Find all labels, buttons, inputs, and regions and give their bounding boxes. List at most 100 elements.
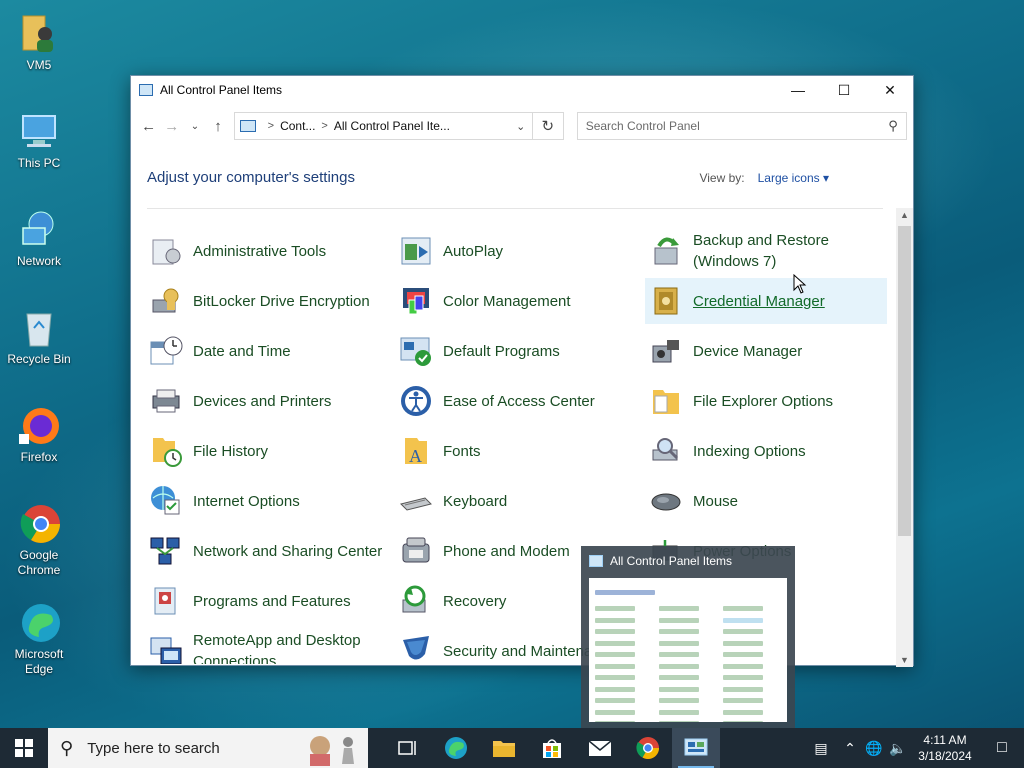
taskbar-edge[interactable]	[432, 728, 480, 768]
control-panel-item[interactable]: Indexing Options	[645, 428, 887, 474]
control-panel-item[interactable]: Mouse	[645, 478, 887, 524]
vertical-scrollbar[interactable]: ▲ ▼	[896, 208, 913, 667]
recent-locations-button[interactable]: ⌄	[183, 114, 206, 138]
page-title: Adjust your computer's settings	[147, 169, 355, 186]
security-maintenance-icon	[399, 634, 433, 664]
phone-modem-icon	[399, 534, 433, 568]
mouse-cursor-icon	[793, 274, 807, 294]
breadcrumb-all-items[interactable]: All Control Panel Ite...	[334, 119, 450, 133]
address-bar[interactable]: > Cont... > All Control Panel Ite... ⌄	[233, 112, 533, 140]
taskbar-store[interactable]	[528, 728, 576, 768]
desktop-icon-firefox[interactable]: Firefox	[4, 404, 74, 465]
chevron-up-icon[interactable]: ⌃	[838, 740, 862, 757]
folder-icon	[493, 741, 515, 757]
refresh-button[interactable]: ↻	[532, 112, 564, 140]
taskbar-file-explorer[interactable]	[480, 728, 528, 768]
bitlocker-icon	[149, 284, 183, 318]
file-explorer-options-icon	[649, 384, 683, 418]
scroll-down-arrow[interactable]: ▼	[896, 655, 913, 665]
control-panel-item[interactable]: Programs and Features	[145, 578, 387, 624]
taskbar-chrome[interactable]	[624, 728, 672, 768]
task-view-button[interactable]	[384, 728, 432, 768]
control-panel-item[interactable]: Color Management	[395, 278, 637, 324]
control-panel-item[interactable]: BitLocker Drive Encryption	[145, 278, 387, 324]
control-panel-window: All Control Panel Items — ☐ ✕ ← → ⌄ ↑ > …	[130, 75, 914, 667]
forward-button[interactable]: →	[160, 114, 183, 138]
preview-item-thumbnail	[659, 698, 699, 703]
svg-text:A: A	[409, 446, 422, 466]
network-sharing-icon	[149, 534, 183, 568]
recovery-icon	[399, 584, 433, 618]
control-panel-item[interactable]: Date and Time	[145, 328, 387, 374]
control-panel-item-label: BitLocker Drive Encryption	[193, 292, 370, 310]
control-panel-item[interactable]: AutoPlay	[395, 228, 637, 274]
control-panel-item[interactable]: Keyboard	[395, 478, 637, 524]
control-panel-item-label: Recovery	[443, 592, 507, 610]
preview-item-thumbnail	[723, 652, 763, 657]
control-panel-icon	[139, 84, 153, 96]
volume-muted-icon[interactable]: 🔈	[886, 740, 910, 757]
back-button[interactable]: ←	[137, 114, 160, 138]
control-panel-item[interactable]: Credential Manager	[645, 278, 887, 324]
desktop-icon-recycle-bin[interactable]: Recycle Bin	[4, 306, 74, 367]
taskbar-mail[interactable]	[576, 728, 624, 768]
taskbar-control-panel[interactable]	[672, 728, 720, 768]
scroll-up-arrow[interactable]: ▲	[896, 210, 913, 220]
desktop-icon-network[interactable]: Network	[4, 208, 74, 269]
control-panel-item[interactable]: Administrative Tools	[145, 228, 387, 274]
backup-restore-icon	[649, 234, 683, 268]
control-panel-item[interactable]: Internet Options	[145, 478, 387, 524]
preview-item-thumbnail	[723, 606, 763, 611]
minimize-button[interactable]: —	[775, 76, 821, 104]
control-panel-item[interactable]: Device Manager	[645, 328, 887, 374]
control-panel-item[interactable]: Ease of Access Center	[395, 378, 637, 424]
scroll-thumb[interactable]	[898, 226, 911, 536]
preview-item-thumbnail	[659, 606, 699, 611]
preview-item-thumbnail	[723, 629, 763, 634]
preview-image	[589, 578, 787, 722]
preview-item-thumbnail	[595, 698, 635, 703]
preview-item-thumbnail	[595, 606, 635, 611]
control-panel-item[interactable]: Network and Sharing Center	[145, 528, 387, 574]
taskbar-thumbnail-preview[interactable]: All Control Panel Items	[581, 546, 795, 728]
control-panel-item-label: Network and Sharing Center	[193, 542, 383, 560]
title-bar[interactable]: All Control Panel Items — ☐ ✕	[131, 76, 913, 104]
chevron-down-icon[interactable]: ⌄	[510, 120, 532, 133]
desktop-icon-this-pc[interactable]: This PC	[4, 110, 74, 171]
control-panel-item[interactable]: Default Programs	[395, 328, 637, 374]
up-button[interactable]: ↑	[206, 114, 229, 138]
network-icon[interactable]: 🌐	[862, 740, 886, 757]
control-panel-item[interactable]: Backup and Restore (Windows 7)	[645, 228, 887, 274]
maximize-button[interactable]: ☐	[821, 76, 867, 104]
search-input[interactable]: Search Control Panel ⚲	[576, 112, 907, 140]
taskbar-search-input[interactable]: ⚲ Type here to search	[48, 728, 368, 768]
preview-heading-bar	[595, 590, 655, 595]
view-by-label: View by:	[699, 170, 745, 185]
preview-item-thumbnail	[659, 675, 699, 680]
control-panel-item[interactable]: File History	[145, 428, 387, 474]
control-panel-icon	[684, 738, 708, 756]
device-manager-icon	[649, 334, 683, 368]
fonts-icon: A	[399, 434, 433, 468]
color-management-icon	[399, 284, 433, 318]
control-panel-item[interactable]: RemoteApp and Desktop Connections	[145, 628, 387, 664]
clock[interactable]: 4:11 AM 3/18/2024	[910, 732, 980, 764]
control-panel-item[interactable]: Devices and Printers	[145, 378, 387, 424]
indexing-options-icon	[649, 434, 683, 468]
control-panel-item[interactable]: A Fonts	[395, 428, 637, 474]
start-button[interactable]	[0, 728, 48, 768]
desktop-icon-microsoft-edge[interactable]: Microsoft Edge	[4, 601, 74, 677]
breadcrumb-control-panel[interactable]: Cont...	[280, 119, 315, 133]
news-widget-icon[interactable]: ▤	[804, 740, 838, 757]
close-button[interactable]: ✕	[867, 76, 913, 104]
desktop-icon-google-chrome[interactable]: Google Chrome	[4, 502, 74, 578]
preview-item-thumbnail	[595, 686, 635, 692]
control-panel-item[interactable]: File Explorer Options	[645, 378, 887, 424]
preview-item-thumbnail	[595, 629, 635, 634]
address-row: ← → ⌄ ↑ > Cont... > All Control Panel It…	[131, 104, 913, 148]
preview-item-thumbnail	[659, 709, 699, 715]
notification-center-icon[interactable]: □	[980, 739, 1024, 757]
view-by-dropdown[interactable]: Large icons ▾	[758, 171, 829, 185]
desktop-icon-vm5[interactable]: VM5	[4, 12, 74, 73]
preview-item-thumbnail	[723, 709, 763, 715]
